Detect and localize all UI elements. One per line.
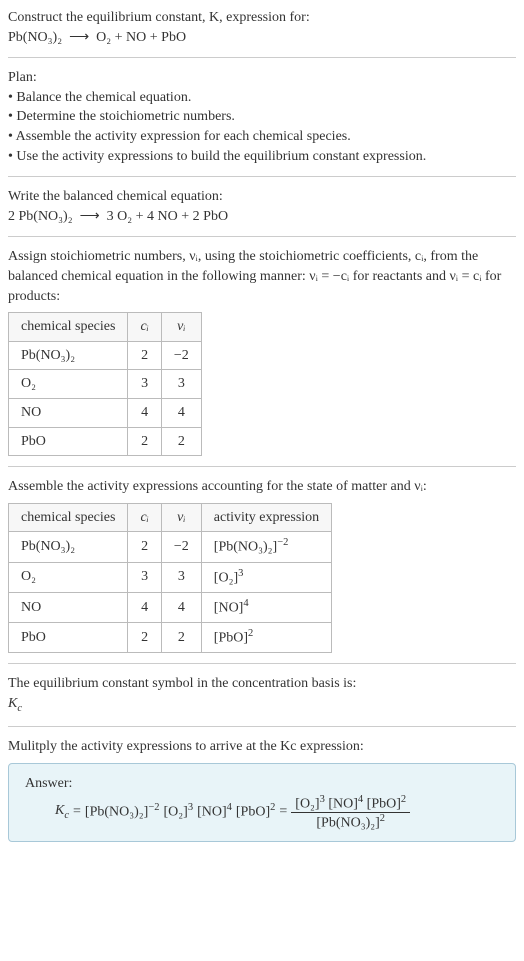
fraction: [O₂]3 [NO]4 [PbO]2 [Pb(NO₃)₂]2 [291, 794, 410, 831]
table-row: O₂ 3 3 [O₂]3 [9, 562, 332, 592]
activity-intro: Assemble the activity expressions accoun… [8, 477, 516, 497]
cell-species: NO [9, 592, 128, 622]
cell-vi: 3 [161, 562, 201, 592]
cell-activity: [Pb(NO₃)₂]−2 [201, 532, 331, 562]
arrow-icon: ⟶ [69, 30, 89, 45]
plan-section: Plan: • Balance the chemical equation. •… [8, 68, 516, 166]
table-row: O₂ 3 3 [9, 370, 202, 399]
kc-lhs: Kc [55, 801, 69, 823]
cell-species: O₂ [9, 562, 128, 592]
divider [8, 57, 516, 58]
col-header: cᵢ [128, 503, 161, 532]
cell-ci: 4 [128, 592, 161, 622]
table-row: PbO 2 2 [9, 427, 202, 456]
col-header: chemical species [9, 313, 128, 342]
answer-label: Answer: [25, 774, 499, 794]
term: [Pb(NO₃)₂]−2 [85, 801, 160, 822]
table-row: NO 4 4 [9, 398, 202, 427]
cell-species: PbO [9, 427, 128, 456]
cell-vi: 3 [161, 370, 201, 399]
table-row: Pb(NO₃)₂ 2 −2 [Pb(NO₃)₂]−2 [9, 532, 332, 562]
cell-vi: 4 [161, 592, 201, 622]
col-header: cᵢ [128, 313, 161, 342]
intro-eq-lhs: Pb(NO₃)₂ [8, 30, 62, 45]
cell-ci: 2 [128, 341, 161, 370]
table-row: PbO 2 2 [PbO]2 [9, 623, 332, 653]
fraction-numerator: [O₂]3 [NO]4 [PbO]2 [291, 794, 410, 813]
activity-table: chemical species cᵢ νᵢ activity expressi… [8, 503, 332, 654]
balanced-title: Write the balanced chemical equation: [8, 187, 516, 207]
cell-species: PbO [9, 623, 128, 653]
divider [8, 176, 516, 177]
cell-species: Pb(NO₃)₂ [9, 341, 128, 370]
stoich-intro: Assign stoichiometric numbers, νᵢ, using… [8, 247, 516, 306]
arrow-icon: ⟶ [80, 209, 100, 224]
multiply-text: Mulitply the activity expressions to arr… [8, 737, 516, 757]
col-header: activity expression [201, 503, 331, 532]
intro-eq-rhs: O₂ + NO + PbO [96, 30, 186, 45]
term: [NO]4 [197, 801, 232, 822]
divider [8, 236, 516, 237]
cell-vi: 2 [161, 623, 201, 653]
plan-item: • Determine the stoichiometric numbers. [8, 107, 516, 127]
kc-symbol: Kc [8, 694, 516, 716]
stoich-section: Assign stoichiometric numbers, νᵢ, using… [8, 247, 516, 456]
intro-text: Construct the equilibrium constant, K, e… [8, 8, 516, 47]
plan-item: • Assemble the activity expression for e… [8, 127, 516, 147]
table-header-row: chemical species cᵢ νᵢ [9, 313, 202, 342]
table-row: NO 4 4 [NO]4 [9, 592, 332, 622]
balanced-lhs: 2 Pb(NO₃)₂ [8, 209, 73, 224]
term: [PbO]2 [236, 801, 275, 822]
plan-item: • Use the activity expressions to build … [8, 147, 516, 167]
cell-species: O₂ [9, 370, 128, 399]
answer-box: Answer: Kc = [Pb(NO₃)₂]−2 [O₂]3 [NO]4 [P… [8, 763, 516, 842]
cell-vi: 2 [161, 427, 201, 456]
answer-equation: Kc = [Pb(NO₃)₂]−2 [O₂]3 [NO]4 [PbO]2 = [… [25, 794, 499, 831]
col-header: chemical species [9, 503, 128, 532]
cell-ci: 2 [128, 427, 161, 456]
table-row: Pb(NO₃)₂ 2 −2 [9, 341, 202, 370]
cell-ci: 4 [128, 398, 161, 427]
cell-species: NO [9, 398, 128, 427]
balanced-rhs: 3 O₂ + 4 NO + 2 PbO [107, 209, 228, 224]
cell-ci: 3 [128, 562, 161, 592]
cell-ci: 2 [128, 532, 161, 562]
divider [8, 726, 516, 727]
cell-activity: [NO]4 [201, 592, 331, 622]
fraction-denominator: [Pb(NO₃)₂]2 [291, 813, 410, 831]
plan-item: • Balance the chemical equation. [8, 88, 516, 108]
plan-title: Plan: [8, 68, 516, 88]
cell-activity: [O₂]3 [201, 562, 331, 592]
cell-ci: 3 [128, 370, 161, 399]
equals-sign: = [279, 802, 287, 822]
symbol-text: The equilibrium constant symbol in the c… [8, 674, 516, 694]
term: [O₂]3 [164, 801, 194, 822]
divider [8, 663, 516, 664]
intro-line1: Construct the equilibrium constant, K, e… [8, 10, 310, 25]
cell-species: Pb(NO₃)₂ [9, 532, 128, 562]
col-header: νᵢ [161, 503, 201, 532]
stoich-table: chemical species cᵢ νᵢ Pb(NO₃)₂ 2 −2 O₂ … [8, 312, 202, 456]
cell-ci: 2 [128, 623, 161, 653]
cell-vi: −2 [161, 341, 201, 370]
activity-section: Assemble the activity expressions accoun… [8, 477, 516, 653]
equals-sign: = [73, 802, 81, 822]
cell-activity: [PbO]2 [201, 623, 331, 653]
col-header: νᵢ [161, 313, 201, 342]
symbol-section: The equilibrium constant symbol in the c… [8, 674, 516, 716]
table-header-row: chemical species cᵢ νᵢ activity expressi… [9, 503, 332, 532]
balanced-section: Write the balanced chemical equation: 2 … [8, 187, 516, 226]
cell-vi: 4 [161, 398, 201, 427]
divider [8, 466, 516, 467]
cell-vi: −2 [161, 532, 201, 562]
